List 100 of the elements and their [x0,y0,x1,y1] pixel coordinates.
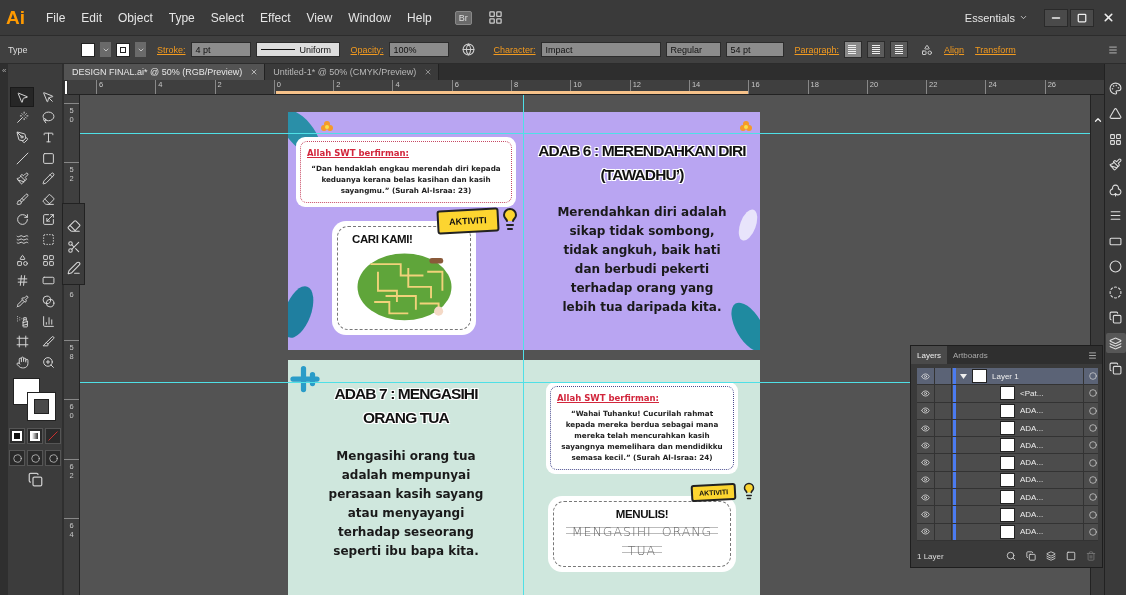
arrange-documents-icon[interactable] [487,10,503,25]
draw-mode-button[interactable] [27,450,43,467]
menu-item[interactable]: Help [400,7,439,28]
ruler-origin[interactable] [64,80,68,95]
warp-icon [15,233,29,247]
activity-badge: AKTIVITI [435,207,499,235]
eye-icon[interactable] [921,423,930,433]
stroke-link[interactable]: Stroke: [157,44,186,55]
activity-title: MENULIS! [615,508,669,520]
lasso-icon [41,111,55,125]
fill-stroke-swatches[interactable] [13,378,57,423]
menu-item[interactable]: Effect [253,7,298,28]
tool-button[interactable] [65,239,82,255]
pencil-icon [41,172,55,186]
search-icon[interactable] [1006,551,1016,561]
hand-icon [15,355,29,369]
new-sublayer-icon[interactable] [1046,551,1056,561]
target-circle-icon[interactable] [1089,406,1097,415]
stroke-weight-field[interactable]: 4 pt [190,42,251,57]
gradient-mode-button[interactable] [27,428,43,445]
eye-icon[interactable] [921,458,930,468]
close-icon[interactable] [424,68,433,76]
layer-row[interactable]: ADA... [917,437,1098,455]
menu-item[interactable]: Window [341,7,399,28]
layer-row[interactable]: ADA... [917,454,1098,472]
menu-item[interactable]: View [299,7,340,28]
eye-icon[interactable] [921,371,930,381]
paragraph-link[interactable]: Paragraph: [794,44,840,55]
draw-mode-button[interactable] [9,450,25,467]
target-circle-icon[interactable] [1089,441,1097,450]
collapse-toggle[interactable]: « [2,66,7,75]
panel-dock-button[interactable] [1105,333,1126,353]
bridge-button[interactable]: Br [454,10,472,25]
layer-name: ADA... [1020,458,1045,468]
target-circle-icon[interactable] [1089,372,1097,381]
eye-icon[interactable] [921,527,930,537]
panel-link[interactable]: Transform [975,44,1016,55]
panel-menu-icon[interactable] [1088,350,1097,360]
panel-tab[interactable]: Artboards [947,346,994,364]
new-layer-icon[interactable] [1066,551,1076,561]
layer-thumbnail [1000,386,1015,401]
align-button[interactable] [890,41,909,58]
clipping-mask-icon[interactable] [1026,551,1036,561]
globe-icon[interactable] [461,43,475,56]
panel-tab[interactable]: Layers [911,346,947,364]
eye-icon[interactable] [921,440,930,450]
align-button[interactable] [844,41,863,58]
layer-row[interactable]: <Pat... [917,385,1098,403]
menu-item[interactable]: Object [111,7,160,28]
eraser-icon [66,219,81,233]
close-icon[interactable] [250,68,259,76]
target-circle-icon[interactable] [1089,458,1097,467]
target-circle-icon[interactable] [1089,527,1097,536]
color-mode-button[interactable] [9,428,25,445]
tool-button[interactable] [10,87,34,108]
eye-icon[interactable] [921,475,930,485]
layer-thumbnail [1000,403,1015,418]
workspace-switcher[interactable]: Essentials [964,11,1028,24]
document-tab[interactable]: DESIGN FINAL.ai* @ 50% (RGB/Preview) [64,64,266,80]
align-button[interactable] [867,41,886,58]
eye-icon[interactable] [921,388,930,398]
menu-item[interactable]: File [39,7,73,28]
eye-icon[interactable] [921,510,930,519]
stroke-swatch[interactable] [116,42,130,57]
screen-mode-icon[interactable] [27,472,43,488]
menu-item[interactable]: Type [161,7,202,28]
maximize-button[interactable] [1070,8,1094,27]
grid-icon [41,253,55,267]
tool-button[interactable] [65,218,82,234]
font-size-field[interactable]: 54 pt [725,42,784,57]
target-circle-icon[interactable] [1089,493,1097,502]
eye-icon[interactable] [921,492,930,502]
target-circle-icon[interactable] [1089,389,1097,398]
target-circle-icon[interactable] [1089,475,1097,484]
font-style-field[interactable]: Regular [665,42,721,57]
target-circle-icon[interactable] [1089,424,1097,433]
fill-swatch[interactable] [81,42,95,57]
layer-row[interactable]: ADA... [917,489,1098,507]
menu-icon[interactable] [1108,44,1118,55]
stroke-profile-field[interactable]: Uniform [255,42,340,57]
layer-row[interactable]: Layer 1 [917,368,1098,386]
panel-link[interactable]: Align [944,44,965,55]
layer-name: Layer 1 [992,371,1020,381]
draw-mode-button[interactable] [45,450,61,467]
opacity-link[interactable]: Opacity: [350,44,384,55]
tool-button[interactable] [65,260,82,276]
eye-icon[interactable] [921,406,930,416]
blend-icon [41,294,55,308]
minimize-button[interactable] [1044,8,1068,27]
layer-name: ADA... [1020,406,1045,416]
font-family-field[interactable]: Impact [540,42,661,57]
menu-item[interactable]: Edit [74,7,110,28]
paragraph-style-icon[interactable] [921,43,934,56]
menu-item[interactable]: Select [203,7,252,28]
opacity-field[interactable]: 100% [388,42,449,57]
layer-name: ADA... [1020,527,1045,537]
document-tab[interactable]: Untitled-1* @ 50% (CMYK/Preview) [265,64,440,80]
layer-row[interactable]: ADA... [917,506,1098,524]
target-circle-icon[interactable] [1089,510,1097,519]
character-link[interactable]: Character: [493,44,536,55]
